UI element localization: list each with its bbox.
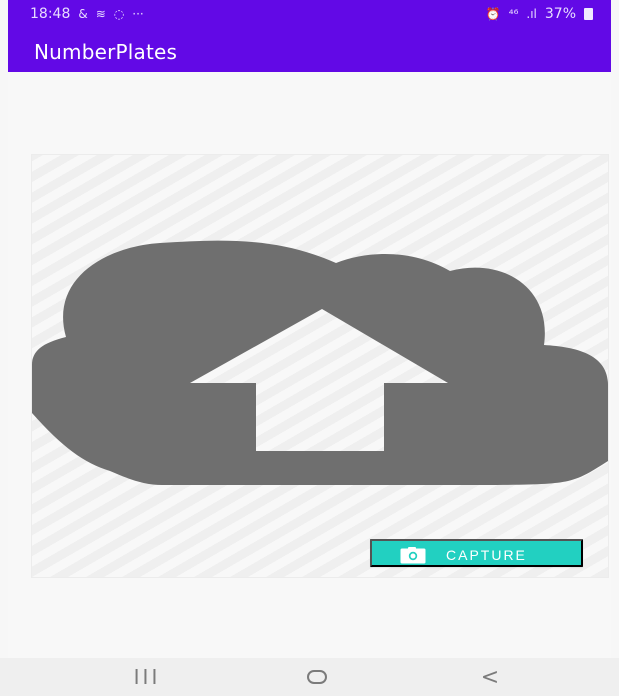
battery-percent: 37% — [544, 6, 576, 22]
status-left: 18:48 & ≋ ◌ ··· — [30, 6, 144, 22]
app-bar: NumberPlates — [8, 30, 611, 72]
recent-apps-button[interactable]: III — [117, 658, 177, 696]
home-button[interactable] — [287, 658, 347, 696]
status-icon-3: ◌ — [113, 7, 125, 21]
status-dots: ··· — [132, 7, 144, 21]
system-navigation-bar: III < — [0, 658, 619, 696]
status-right: ⏰ ⁴⁶ .ıl 37% — [486, 6, 593, 22]
image-preview — [31, 154, 609, 578]
network-type-icon: ⁴⁶ — [508, 7, 519, 21]
status-time: 18:48 — [30, 6, 71, 22]
camera-icon — [400, 547, 426, 564]
home-icon — [307, 670, 327, 684]
capture-button-label: CAPTURE — [446, 547, 527, 563]
back-button[interactable]: < — [460, 658, 520, 696]
status-bar: 18:48 & ≋ ◌ ··· ⏰ ⁴⁶ .ıl 37% — [8, 0, 611, 30]
status-icon-1: & — [78, 7, 88, 21]
status-icon-2: ≋ — [95, 7, 106, 21]
alarm-icon: ⏰ — [485, 7, 501, 21]
cloud-upload-icon — [32, 240, 608, 485]
battery-icon — [584, 8, 593, 20]
app-title: NumberPlates — [34, 40, 178, 64]
signal-icon: .ıl — [526, 7, 537, 21]
capture-button[interactable]: CAPTURE — [370, 539, 583, 567]
